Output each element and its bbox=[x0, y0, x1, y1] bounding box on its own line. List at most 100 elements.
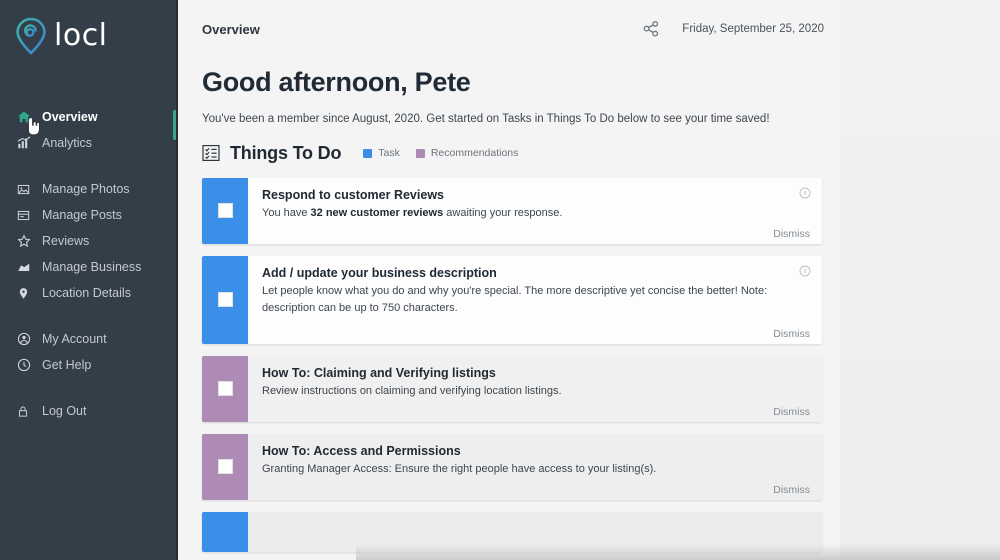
legend-label: Task bbox=[378, 147, 400, 160]
info-icon[interactable] bbox=[799, 186, 811, 199]
card-title: How To: Access and Permissions bbox=[262, 443, 461, 458]
card-description: Granting Manager Access: Ensure the righ… bbox=[262, 462, 657, 475]
analytics-icon bbox=[17, 136, 34, 151]
sidebar-item-label: Log Out bbox=[42, 404, 87, 418]
card-accent-bar bbox=[202, 511, 248, 552]
sidebar-item-label: Analytics bbox=[42, 136, 93, 150]
sidebar-item-label: Get Help bbox=[42, 358, 92, 372]
task-checkbox[interactable] bbox=[217, 292, 233, 308]
card-title: Respond to customer Reviews bbox=[262, 187, 444, 202]
sidebar-item-overview[interactable]: Overview bbox=[0, 104, 178, 130]
greeting-block: Good afternoon, Pete You've been a membe… bbox=[178, 58, 840, 125]
map-pin-icon bbox=[17, 286, 34, 301]
card-accent-bar bbox=[202, 255, 248, 344]
greeting-subtext: You've been a member since August, 2020.… bbox=[202, 112, 770, 125]
business-icon bbox=[17, 260, 34, 275]
app-root: locl Overview Analytics Manage Photos Ma… bbox=[0, 0, 1000, 560]
user-icon bbox=[17, 332, 34, 347]
list-item[interactable]: Add / update your business description L… bbox=[202, 255, 822, 344]
task-checkbox[interactable] bbox=[217, 381, 233, 397]
sidebar-item-manage-business[interactable]: Manage Business bbox=[0, 254, 178, 280]
sidebar-divider-1 bbox=[0, 156, 178, 176]
card-description: Review instructions on claiming and veri… bbox=[262, 384, 562, 397]
sidebar-item-reviews[interactable]: Reviews bbox=[0, 228, 178, 254]
topbar: Overview Friday, September 25, 2020 bbox=[178, 0, 840, 58]
page-title: Overview bbox=[202, 21, 260, 37]
card-accent-bar bbox=[202, 355, 248, 422]
card-desc-post: awaiting your response. bbox=[443, 206, 563, 219]
sidebar-item-analytics[interactable]: Analytics bbox=[0, 130, 178, 156]
section-title: Things To Do bbox=[230, 142, 342, 163]
sidebar-divider-2 bbox=[0, 306, 178, 326]
card-description: Let people know what you do and why you'… bbox=[262, 284, 768, 314]
sidebar-item-label: Manage Photos bbox=[42, 182, 130, 196]
sidebar-item-label: Reviews bbox=[42, 234, 90, 248]
sidebar-item-get-help[interactable]: Get Help bbox=[0, 352, 178, 378]
right-panel bbox=[840, 0, 1000, 560]
task-checkbox[interactable] bbox=[217, 459, 233, 475]
dismiss-button[interactable]: Dismiss bbox=[773, 228, 810, 240]
things-to-do-list: Respond to customer Reviews You have 32 … bbox=[178, 164, 840, 552]
star-icon bbox=[17, 234, 34, 249]
current-date: Friday, September 25, 2020 bbox=[682, 23, 824, 35]
checklist-icon bbox=[202, 144, 220, 162]
legend-swatch bbox=[415, 148, 425, 158]
topbar-actions: Friday, September 25, 2020 bbox=[642, 20, 824, 38]
sidebar: locl Overview Analytics Manage Photos Ma… bbox=[0, 0, 178, 560]
card-description: You have 32 new customer reviews awaitin… bbox=[262, 205, 792, 222]
card-accent-bar bbox=[202, 177, 248, 244]
help-icon bbox=[17, 358, 34, 373]
sidebar-item-label: Manage Business bbox=[42, 260, 142, 274]
sidebar-item-manage-posts[interactable]: Manage Posts bbox=[0, 202, 178, 228]
sidebar-group-manage: Manage Photos Manage Posts Reviews Manag… bbox=[0, 176, 178, 306]
task-checkbox[interactable] bbox=[217, 203, 233, 219]
legend-item-recommendations: Recommendations bbox=[415, 147, 519, 160]
overview-content: Overview Friday, September 25, 2020 Good… bbox=[178, 0, 840, 560]
card-desc-highlight: 32 new customer reviews bbox=[310, 206, 444, 219]
card-desc-pre: You have bbox=[262, 206, 311, 219]
list-item[interactable]: How To: Access and Permissions Granting … bbox=[202, 433, 822, 500]
main-area: Overview Friday, September 25, 2020 Good… bbox=[178, 0, 1000, 560]
sidebar-item-label: Overview bbox=[42, 110, 98, 124]
post-icon bbox=[17, 208, 34, 223]
legend-swatch bbox=[363, 148, 373, 158]
sidebar-item-label: My Account bbox=[42, 332, 107, 346]
card-accent-bar bbox=[202, 433, 248, 500]
card-body: Respond to customer Reviews You have 32 … bbox=[248, 178, 822, 244]
dismiss-button[interactable]: Dismiss bbox=[773, 484, 810, 496]
card-body bbox=[248, 512, 822, 552]
things-to-do-header: Things To Do Task Recommendations bbox=[178, 125, 840, 164]
card-body: Add / update your business description L… bbox=[248, 256, 822, 344]
card-body: How To: Access and Permissions Granting … bbox=[248, 434, 822, 500]
list-item[interactable] bbox=[202, 511, 822, 552]
sidebar-group-session: Log Out bbox=[0, 398, 178, 424]
share-icon[interactable] bbox=[642, 20, 660, 38]
lock-icon bbox=[17, 404, 34, 419]
dismiss-button[interactable]: Dismiss bbox=[773, 328, 810, 340]
card-title: How To: Claiming and Verifying listings bbox=[262, 365, 496, 380]
legend-item-task: Task bbox=[363, 147, 400, 159]
card-body: How To: Claiming and Verifying listings … bbox=[248, 356, 822, 422]
list-item[interactable]: How To: Claiming and Verifying listings … bbox=[202, 355, 822, 422]
card-title: Add / update your business description bbox=[262, 265, 497, 280]
sidebar-item-location-details[interactable]: Location Details bbox=[0, 280, 178, 306]
dismiss-button[interactable]: Dismiss bbox=[773, 406, 810, 418]
sidebar-group-primary: Overview Analytics bbox=[0, 104, 178, 156]
home-icon bbox=[17, 110, 34, 125]
sidebar-group-account: My Account Get Help bbox=[0, 326, 178, 378]
list-item[interactable]: Respond to customer Reviews You have 32 … bbox=[202, 177, 822, 244]
sidebar-item-label: Location Details bbox=[42, 286, 131, 300]
brand-logo[interactable]: locl bbox=[0, 0, 178, 58]
legend-label: Recommendations bbox=[430, 147, 519, 160]
greeting-heading: Good afternoon, Pete bbox=[202, 67, 471, 97]
brand-name: locl bbox=[54, 18, 108, 53]
locl-pin-logo-icon bbox=[14, 17, 48, 55]
info-icon[interactable] bbox=[799, 264, 811, 277]
sidebar-item-manage-photos[interactable]: Manage Photos bbox=[0, 176, 178, 202]
sidebar-divider-3 bbox=[0, 378, 178, 398]
sidebar-item-my-account[interactable]: My Account bbox=[0, 326, 178, 352]
photo-icon bbox=[17, 182, 34, 197]
sidebar-item-log-out[interactable]: Log Out bbox=[0, 398, 178, 424]
sidebar-nav: Overview Analytics Manage Photos Manage … bbox=[0, 104, 178, 424]
legend: Task Recommendations bbox=[363, 147, 518, 159]
